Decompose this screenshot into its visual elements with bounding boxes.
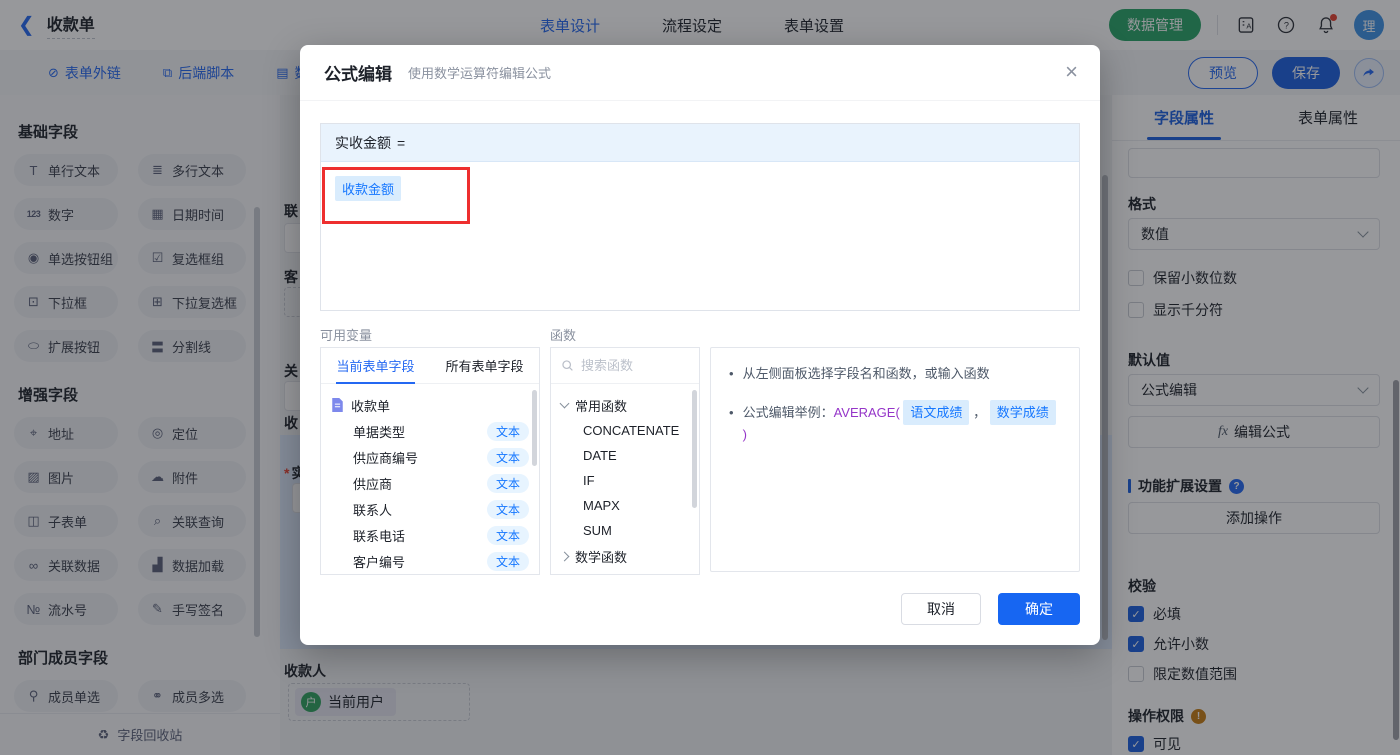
type-badge: 文本 xyxy=(486,473,529,493)
function-name: AVERAGE( xyxy=(833,404,900,420)
function-item[interactable]: CONCATENATE xyxy=(561,418,689,443)
group-common-functions[interactable]: 常用函数 xyxy=(559,392,689,418)
type-badge: 文本 xyxy=(486,447,529,467)
example-field-chip: 语文成绩 xyxy=(903,399,970,425)
dialog-subtitle: 使用数学运算符编辑公式 xyxy=(408,66,552,81)
search-icon xyxy=(562,360,573,371)
formula-editor[interactable]: 实收金额 = 收款金额 xyxy=(320,123,1080,311)
tree-root-form[interactable]: 收款单 xyxy=(331,392,529,418)
example-field-chip: 数学成绩 xyxy=(989,399,1056,425)
tip-text: 从左侧面板选择字段名和函数，或输入函数 xyxy=(742,366,990,381)
variables-panel: 当前表单字段 所有表单字段 收款单 单据类型 文本 供应商编号 文本 供应商 文本 联… xyxy=(320,347,540,575)
type-badge: 文本 xyxy=(486,499,529,519)
formula-target: 实收金额 xyxy=(335,134,391,151)
confirm-button[interactable]: 确定 xyxy=(998,593,1080,625)
variable-row[interactable]: 供应商编号 文本 xyxy=(331,444,529,470)
form-designer-app: ❮ 收款单 表单设计 流程设定 表单设置 数据管理 A ? 理 ⊘ 表单外链 ⧉… xyxy=(0,0,1400,755)
functions-panel: 常用函数 CONCATENATE DATE IF MAPX SUM 数学函数 文… xyxy=(550,347,700,575)
document-icon xyxy=(332,398,343,412)
chevron-right-icon xyxy=(559,551,570,561)
type-badge: 文本 xyxy=(486,421,529,441)
chevron-down-icon xyxy=(559,398,570,409)
formula-edit-dialog: 公式编辑 使用数学运算符编辑公式 × 实收金额 = 收款金额 可用变量 函数 当… xyxy=(300,45,1100,645)
variable-row[interactable]: 联系人 文本 xyxy=(331,496,529,522)
variables-label: 可用变量 xyxy=(320,328,373,343)
function-search-input[interactable] xyxy=(581,358,681,373)
dialog-title: 公式编辑 xyxy=(324,65,392,84)
equals-sign: = xyxy=(397,134,406,151)
variable-row[interactable]: 联系电话 文本 xyxy=(331,522,529,548)
type-badge: 文本 xyxy=(486,525,529,545)
formula-target-band: 实收金额 = xyxy=(321,124,1079,162)
variable-row[interactable]: 客户编号 文本 xyxy=(331,548,529,574)
functions-scrollbar[interactable] xyxy=(692,390,697,508)
variable-row[interactable]: 单据类型 文本 xyxy=(331,418,529,444)
formula-body[interactable]: 收款金额 xyxy=(321,162,1079,215)
function-item[interactable]: MAPX xyxy=(561,493,689,518)
function-item[interactable]: IF xyxy=(561,468,689,493)
tab-all-form-fields[interactable]: 所有表单字段 xyxy=(430,348,539,383)
function-item[interactable]: DATE xyxy=(561,443,689,468)
variable-row[interactable]: 供应商 文本 xyxy=(331,470,529,496)
type-badge: 文本 xyxy=(486,551,529,571)
tip-example: 公式编辑举例：AVERAGE( 语文成绩 ， 数学成绩 ) xyxy=(742,399,1061,445)
variables-scrollbar[interactable] xyxy=(532,390,537,466)
close-icon[interactable]: × xyxy=(1065,61,1078,83)
functions-label: 函数 xyxy=(550,328,577,343)
function-close: ) xyxy=(742,427,747,442)
group-text-functions[interactable]: 文本函数 xyxy=(561,569,689,574)
cancel-button[interactable]: 取消 xyxy=(901,593,981,625)
bullet: • xyxy=(729,366,734,381)
group-math-functions[interactable]: 数学函数 xyxy=(559,543,689,569)
formula-field-chip[interactable]: 收款金额 xyxy=(335,176,402,201)
function-search[interactable] xyxy=(551,348,699,384)
tips-panel: • 从左侧面板选择字段名和函数，或输入函数 • 公式编辑举例：AVERAGE( … xyxy=(710,347,1080,572)
function-item[interactable]: SUM xyxy=(561,518,689,543)
tab-current-form-fields[interactable]: 当前表单字段 xyxy=(321,348,430,384)
bullet: • xyxy=(729,404,734,420)
